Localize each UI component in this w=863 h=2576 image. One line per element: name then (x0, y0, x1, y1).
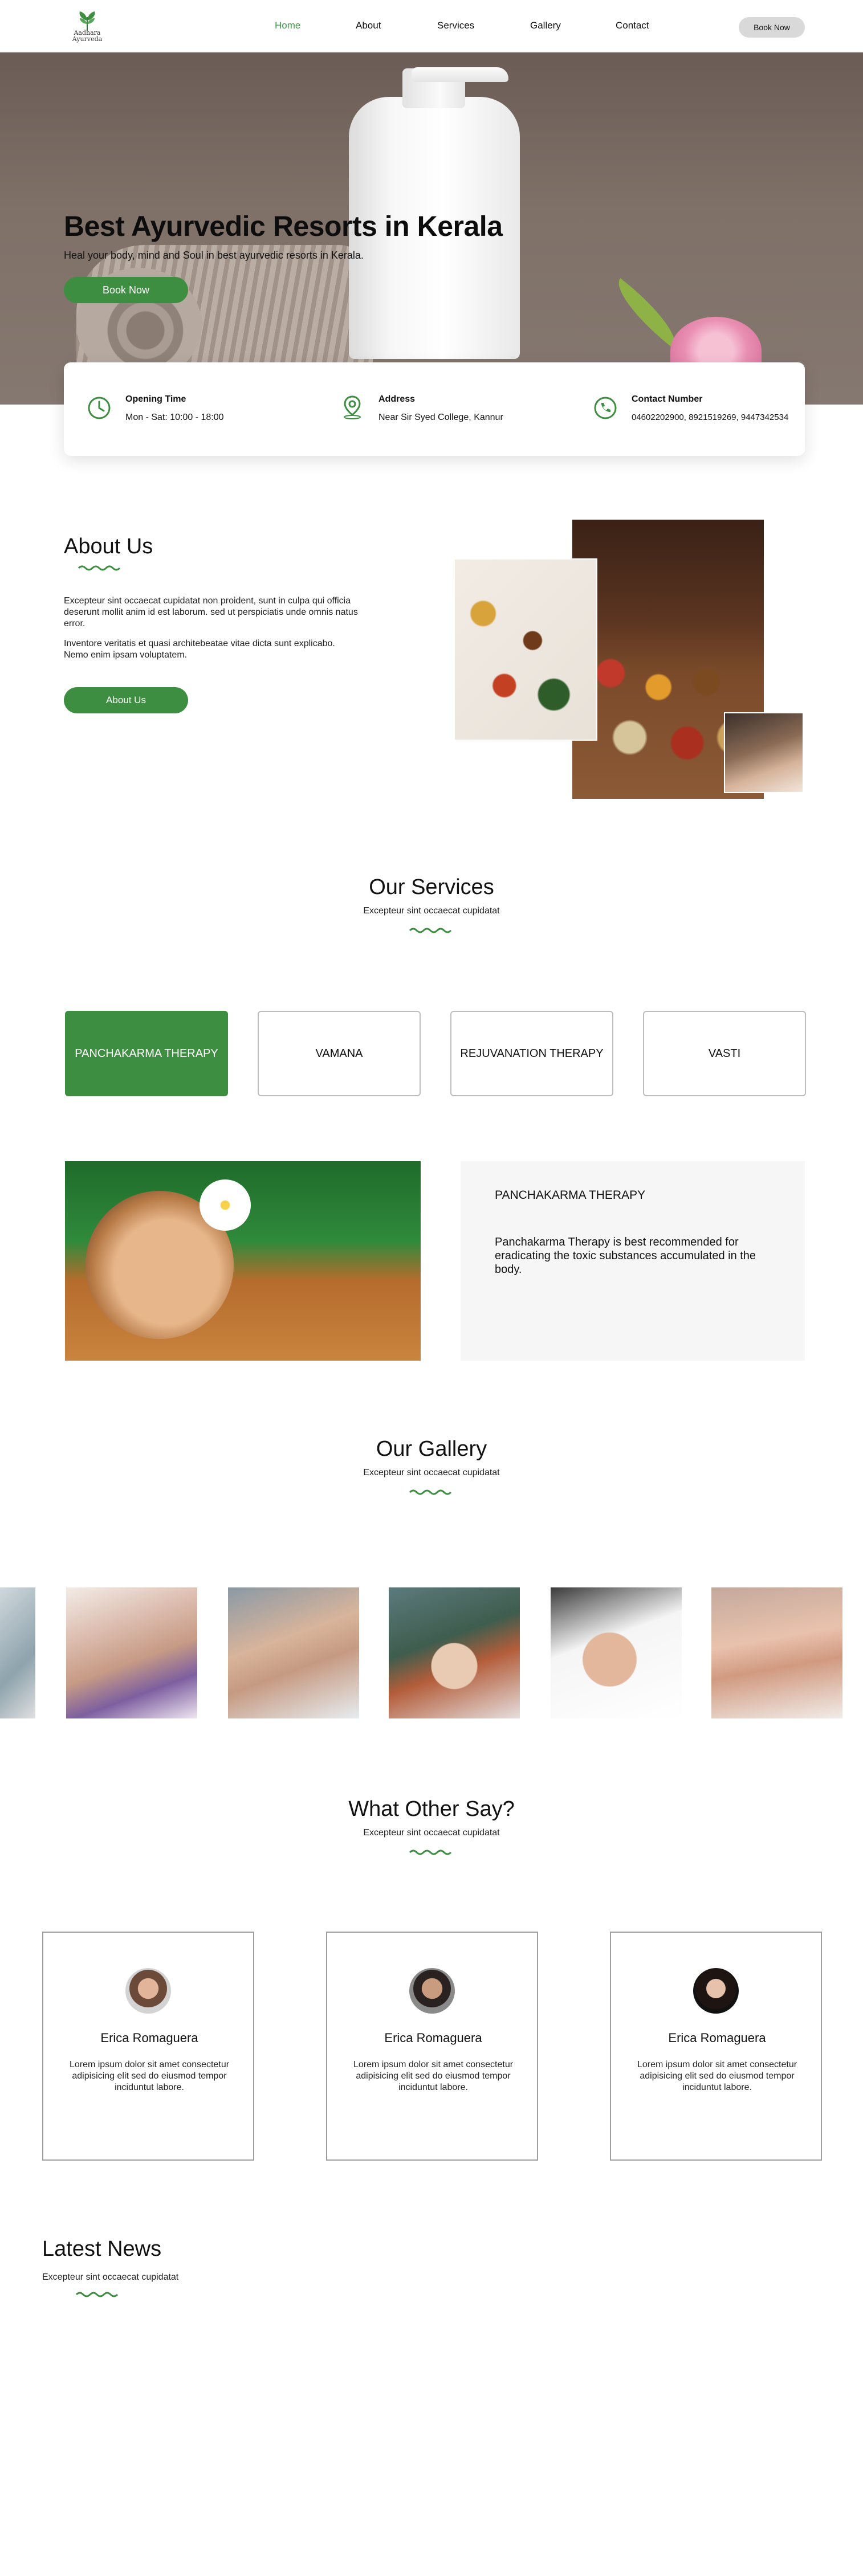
avatar (125, 1968, 171, 2014)
spice-spoons-image (454, 558, 597, 741)
service-image-flower (200, 1179, 251, 1231)
testimonial-text: Lorem ipsum dolor sit amet consectetur a… (353, 2060, 514, 2092)
gallery-subtitle: Excepteur sint occaecat cupidatat (363, 1468, 500, 1477)
hero-bottle-pump (412, 67, 508, 82)
news-title: Latest News (42, 2237, 162, 2261)
tab-rejuvanation-therapy[interactable]: REJUVANATION THERAPY (450, 1011, 613, 1096)
opening-time-label: Opening Time (125, 394, 186, 404)
services-subtitle: Excepteur sint occaecat cupidatat (363, 906, 500, 916)
testimonial-name: Erica Romaguera (668, 2031, 766, 2045)
news-subtitle: Excepteur sint occaecat cupidatat (42, 2272, 179, 2282)
gallery-title: Our Gallery (376, 1437, 487, 1461)
contact-value: 04602202900, 8921519269, 9447342534 (632, 413, 789, 422)
testimonials-title: What Other Say? (348, 1797, 515, 1821)
nav-book-now-button[interactable]: Book Now (739, 17, 805, 38)
top-navbar: Aadhara Ayurveda Home About Services Gal… (0, 0, 863, 52)
address-value: Near Sir Syed College, Kannur (378, 413, 503, 422)
squiggle-divider-icon (409, 1850, 452, 1855)
squiggle-divider-icon (75, 2292, 119, 2297)
testimonial-name: Erica Romaguera (100, 2031, 198, 2045)
squiggle-divider-icon (409, 1489, 452, 1495)
phone-icon (594, 397, 617, 419)
massage-thumbnail-image (724, 712, 804, 793)
services-title: Our Services (369, 875, 494, 899)
testimonial-card: Erica Romaguera Lorem ipsum dolor sit am… (326, 1932, 538, 2161)
logo-text: Aadhara Ayurveda (67, 30, 107, 42)
testimonial-card: Erica Romaguera Lorem ipsum dolor sit am… (42, 1932, 254, 2161)
about-title: About Us (64, 534, 153, 558)
gallery-image-3[interactable] (228, 1587, 359, 1718)
hero-book-now-button[interactable]: Book Now (64, 277, 188, 303)
address-label: Address (378, 394, 416, 404)
gallery-image-1[interactable] (0, 1587, 35, 1718)
location-pin-icon (344, 395, 361, 419)
squiggle-divider-icon (409, 928, 452, 933)
tab-vamana[interactable]: VAMANA (258, 1011, 421, 1096)
nav-link-gallery[interactable]: Gallery (530, 20, 561, 31)
avatar (409, 1968, 455, 2014)
about-paragraph-2: Inventore veritatis et quasi architebeat… (64, 639, 335, 660)
tab-panchakarma-therapy[interactable]: PANCHAKARMA THERAPY (65, 1011, 228, 1096)
about-paragraph-1: Excepteur sint occaecat cupidatat non pr… (64, 596, 358, 628)
avatar (693, 1968, 739, 2014)
nav-link-about[interactable]: About (356, 20, 381, 31)
logo-line-2: Ayurveda (72, 35, 103, 43)
nav-link-contact[interactable]: Contact (616, 20, 649, 31)
squiggle-divider-icon (78, 565, 121, 571)
testimonials-subtitle: Excepteur sint occaecat cupidatat (363, 1828, 500, 1838)
service-detail-title: PANCHAKARMA THERAPY (495, 1189, 646, 1202)
gallery-image-5[interactable] (551, 1587, 682, 1718)
gallery-image-4[interactable] (389, 1587, 520, 1718)
hero-subtitle: Heal your body, mind and Soul in best ay… (64, 250, 364, 261)
info-card: Opening Time Mon - Sat: 10:00 - 18:00 Ad… (64, 362, 805, 456)
about-us-button[interactable]: About Us (64, 687, 188, 713)
clock-icon (88, 397, 111, 419)
nav-link-services[interactable]: Services (437, 20, 474, 31)
tab-vasti[interactable]: VASTI (643, 1011, 806, 1096)
testimonial-name: Erica Romaguera (384, 2031, 482, 2045)
gallery-image-2[interactable] (66, 1587, 197, 1718)
hero-title: Best Ayurvedic Resorts in Kerala (64, 210, 503, 242)
contact-label: Contact Number (632, 394, 703, 404)
testimonial-text: Lorem ipsum dolor sit amet consectetur a… (69, 2060, 230, 2092)
service-detail-description: Panchakarma Therapy is best recommended … (495, 1236, 756, 1276)
leaf-logo-icon (79, 11, 95, 31)
testimonial-text: Lorem ipsum dolor sit amet consectetur a… (637, 2060, 797, 2092)
testimonial-card: Erica Romaguera Lorem ipsum dolor sit am… (610, 1932, 822, 2161)
nav-link-home[interactable]: Home (275, 20, 300, 31)
gallery-image-6[interactable] (711, 1587, 842, 1718)
opening-time-value: Mon - Sat: 10:00 - 18:00 (125, 413, 224, 422)
